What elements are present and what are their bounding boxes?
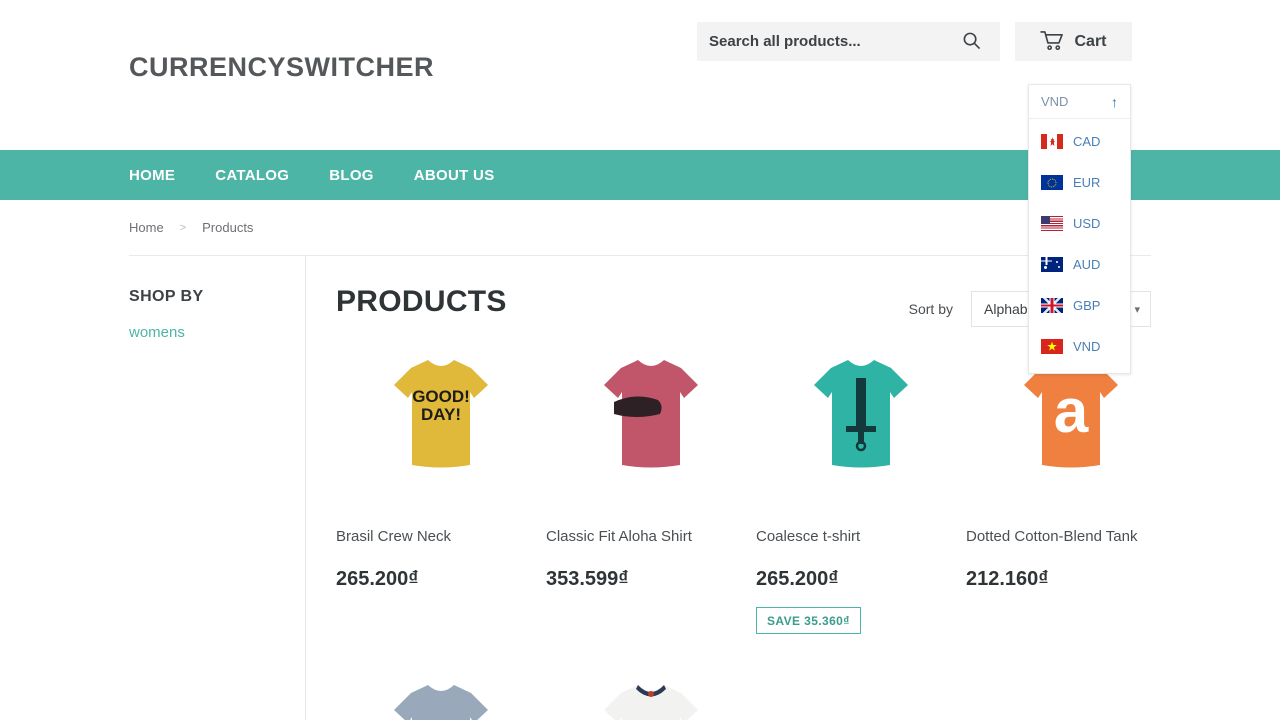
currency-option-label: USD [1073, 216, 1100, 231]
flag-australia-icon [1041, 257, 1063, 272]
product-card[interactable]: Classic Fit Aloha Shirt 353.599₫ [546, 335, 756, 634]
product-card[interactable]: Coalesce t-shirt 265.200₫ SAVE 35.360₫ [756, 335, 966, 634]
nav-item-about-us[interactable]: ABOUT US [414, 167, 495, 184]
product-title[interactable]: Coalesce t-shirt [756, 528, 966, 545]
sidebar-heading: SHOP BY [129, 288, 289, 306]
product-price: 265.200₫ [336, 568, 546, 591]
product-card[interactable]: GOOD! DAY! Brasil Crew Neck 265.200₫ [336, 335, 546, 634]
currency-option-label: EUR [1073, 175, 1100, 190]
search-bar[interactable] [697, 22, 1000, 61]
product-listing: PRODUCTS Sort by Alphabetically, A-Z ▾ [336, 255, 1280, 335]
flag-eu-icon [1041, 175, 1063, 190]
product-price: 353.599₫ [546, 568, 756, 591]
flag-uk-icon [1041, 298, 1063, 313]
product-price: 265.200₫ [756, 568, 966, 591]
product-card[interactable]: a Dotted Cotton-Blend Tank 212.160₫ [966, 335, 1176, 634]
svg-text:a: a [1054, 377, 1089, 446]
product-grid: GOOD! DAY! Brasil Crew Neck 265.200₫ [336, 335, 1280, 634]
search-icon [962, 31, 981, 53]
flag-canada-icon [1041, 134, 1063, 149]
breadcrumb-separator-icon: > [180, 222, 186, 234]
product-card[interactable] [546, 685, 756, 720]
page-title: PRODUCTS [336, 285, 507, 319]
currency-option-usd[interactable]: USD [1029, 203, 1130, 244]
nav-item-blog[interactable]: BLOG [329, 167, 374, 184]
search-submit-button[interactable] [947, 22, 995, 61]
currency-option-label: CAD [1073, 134, 1100, 149]
product-title[interactable]: Brasil Crew Neck [336, 528, 546, 545]
currency-option-label: AUD [1073, 257, 1100, 272]
product-grid-row-2 [336, 685, 1280, 720]
currency-option-eur[interactable]: EUR [1029, 162, 1130, 203]
sidebar-filters: SHOP BY womens [129, 288, 289, 341]
page-root: CURRENCYSWITCHER Cart [0, 0, 1280, 720]
nav-item-catalog[interactable]: CATALOG [215, 167, 289, 184]
currency-option-gbp[interactable]: GBP [1029, 285, 1130, 326]
product-image[interactable] [546, 685, 756, 720]
product-image[interactable] [756, 335, 966, 495]
currency-option-label: VND [1073, 339, 1100, 354]
svg-text:DAY!: DAY! [421, 405, 461, 424]
arrow-up-icon[interactable]: ↑ [1111, 94, 1118, 110]
currency-option-list: CAD EUR USD AUD GBP [1029, 119, 1130, 373]
product-title[interactable]: Dotted Cotton-Blend Tank [966, 528, 1176, 545]
sidebar-divider [305, 255, 306, 720]
sort-label: Sort by [909, 301, 953, 317]
search-input[interactable] [697, 22, 947, 61]
currency-option-vnd[interactable]: VND [1029, 326, 1130, 367]
product-card[interactable] [336, 685, 546, 720]
svg-text:GOOD!: GOOD! [412, 387, 470, 406]
product-image[interactable]: GOOD! DAY! [336, 335, 546, 495]
flag-usa-icon [1041, 216, 1063, 231]
cart-icon [1040, 30, 1065, 54]
currency-switcher-dropdown[interactable]: VND ↑ CAD EUR USD AUD [1028, 84, 1131, 374]
listing-header: PRODUCTS Sort by Alphabetically, A-Z ▾ [336, 255, 1280, 335]
currency-option-cad[interactable]: CAD [1029, 121, 1130, 162]
product-image[interactable] [546, 335, 756, 495]
product-price: 212.160₫ [966, 568, 1176, 591]
flag-vietnam-icon [1041, 339, 1063, 354]
cart-label: Cart [1074, 33, 1106, 51]
currency-selected-row[interactable]: VND ↑ [1029, 85, 1130, 119]
nav-item-home[interactable]: HOME [129, 167, 175, 184]
currency-option-label: GBP [1073, 298, 1100, 313]
product-title[interactable]: Classic Fit Aloha Shirt [546, 528, 756, 545]
currency-option-aud[interactable]: AUD [1029, 244, 1130, 285]
breadcrumb-home[interactable]: Home [129, 220, 164, 235]
sidebar-facet-womens[interactable]: womens [129, 324, 289, 341]
site-logo[interactable]: CURRENCYSWITCHER [129, 52, 434, 83]
product-image[interactable] [336, 685, 546, 720]
product-save-badge: SAVE 35.360₫ [756, 607, 861, 634]
breadcrumb: Home > Products [129, 200, 253, 255]
chevron-down-icon: ▾ [1134, 303, 1140, 316]
cart-button[interactable]: Cart [1015, 22, 1132, 61]
breadcrumb-current: Products [202, 220, 253, 235]
currency-selected-code: VND [1041, 94, 1068, 109]
